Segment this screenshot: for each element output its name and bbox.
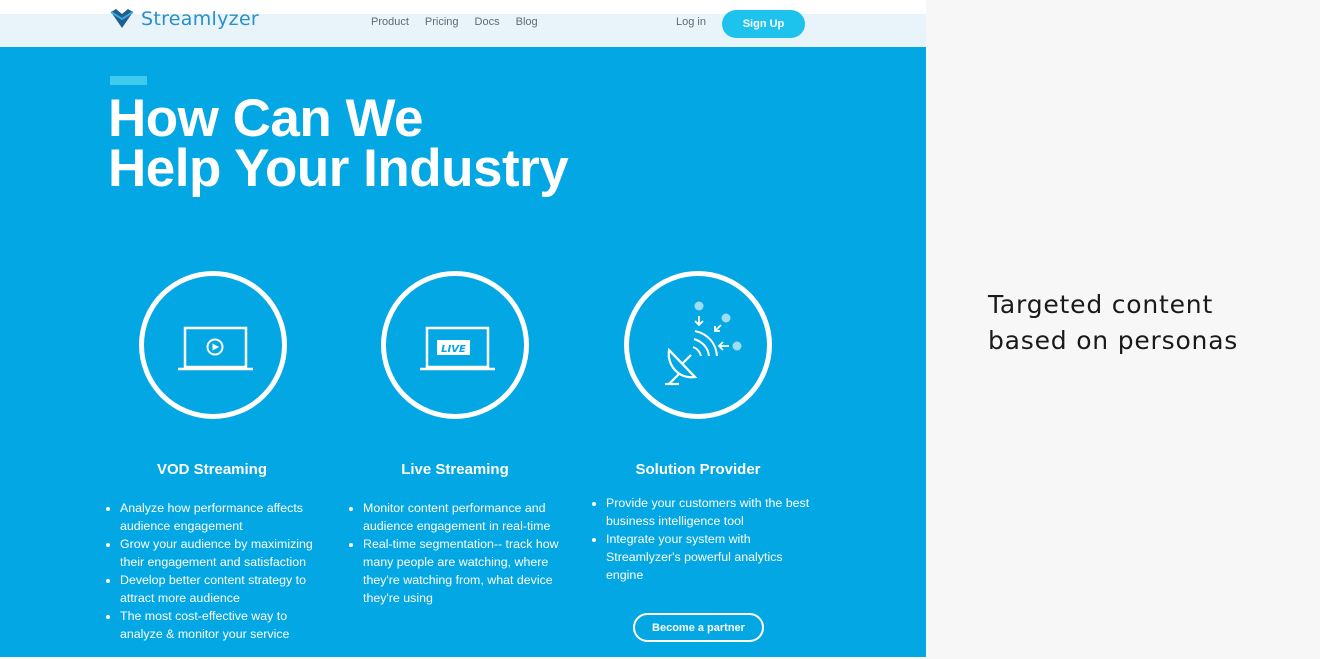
- vod-title: VOD Streaming: [156, 461, 268, 478]
- list-item: Real-time segmentation-- track how many …: [363, 535, 575, 607]
- brand-name: Streamlyzer: [141, 7, 260, 30]
- caption-line-1: Targeted content: [988, 290, 1214, 319]
- signup-button[interactable]: Sign Up: [722, 10, 805, 38]
- headline-line-2: Help Your Industry: [108, 139, 569, 198]
- brand-logo[interactable]: Streamlyzer: [109, 8, 259, 30]
- caption-line-2: based on personas: [988, 326, 1239, 355]
- list-item: Monitor content performance and audience…: [363, 499, 575, 535]
- provider-icon-circle: [624, 271, 772, 419]
- laptop-live-icon: LIVE: [420, 326, 495, 371]
- website-screenshot: Streamlyzer Product Pricing Docs Blog Lo…: [0, 0, 926, 657]
- live-title: Live Streaming: [401, 461, 509, 478]
- slide-caption: Targeted content based on personas: [988, 287, 1308, 359]
- login-link[interactable]: Log in: [676, 16, 706, 28]
- list-item: The most cost-effective way to analyze &…: [120, 607, 330, 643]
- live-icon-label: LIVE: [441, 344, 466, 355]
- live-icon-circle: LIVE: [381, 271, 529, 419]
- become-partner-button[interactable]: Become a partner: [633, 613, 764, 642]
- nav-link-blog[interactable]: Blog: [516, 16, 538, 28]
- accent-bar: [110, 76, 147, 85]
- nav-link-product[interactable]: Product: [371, 16, 409, 28]
- live-bullet-list: Monitor content performance and audience…: [349, 499, 575, 607]
- nav-links: Product Pricing Docs Blog: [371, 16, 538, 28]
- list-item: Provide your customers with the best bus…: [606, 494, 818, 530]
- heart-logo-icon: [110, 9, 134, 28]
- list-item: Integrate your system with Streamlyzer's…: [606, 530, 818, 584]
- laptop-play-icon: [178, 326, 253, 371]
- list-item: Develop better content strategy to attra…: [120, 571, 330, 607]
- top-nav: Streamlyzer Product Pricing Docs Blog Lo…: [0, 0, 926, 47]
- list-item: Grow your audience by maximizing their e…: [120, 535, 330, 571]
- vod-bullet-list: Analyze how performance affects audience…: [106, 499, 330, 643]
- vod-icon-circle: [139, 271, 287, 419]
- nav-link-docs[interactable]: Docs: [475, 16, 500, 28]
- provider-bullet-list: Provide your customers with the best bus…: [592, 494, 818, 584]
- list-item: Analyze how performance affects audience…: [120, 499, 330, 535]
- satellite-dish-icon: [665, 301, 742, 386]
- provider-title: Solution Provider: [635, 461, 761, 478]
- nav-link-pricing[interactable]: Pricing: [425, 16, 459, 28]
- page-title: How Can We Help Your Industry: [108, 92, 569, 195]
